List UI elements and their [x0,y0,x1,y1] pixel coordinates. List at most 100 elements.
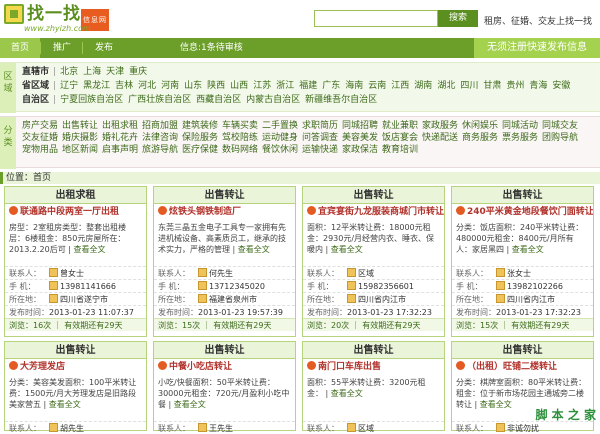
category-link[interactable]: 快递配送 [422,132,462,144]
category-link[interactable]: 同城活动 [502,120,542,132]
card-footer: 浏览：15次 ｜ 有效期还有29天 [154,318,295,331]
region-link[interactable]: 青海 [529,81,547,91]
category-link[interactable]: 房产交易 [22,120,62,132]
category-link[interactable]: 就业兼职 [382,120,422,132]
category-link[interactable]: 宠物用品 [22,144,62,156]
read-more-link[interactable]: 查看全文 [512,245,544,254]
card-headline[interactable]: 炫铁头钢铁制造厂 [154,204,295,220]
category-link[interactable]: 车辆买卖 [222,120,262,132]
read-more-link[interactable]: 查看全文 [331,389,363,398]
region-link[interactable]: 福建 [299,81,317,91]
region-link[interactable]: 上海 [83,67,101,77]
region-link[interactable]: 贵州 [506,81,524,91]
read-more-link[interactable]: 查看全文 [49,400,81,409]
card-headline[interactable]: 大芳理发店 [5,359,146,375]
user-icon [496,268,505,277]
region-link[interactable]: 河北 [138,81,156,91]
category-link[interactable]: 美容美发 [342,132,382,144]
category-link[interactable]: 旅游导航 [142,144,182,156]
region-link[interactable]: 内蒙古自治区 [246,95,300,105]
category-link[interactable]: 团购导航 [542,132,582,144]
region-link[interactable]: 陕西 [207,81,225,91]
flag-icon [307,361,316,370]
category-link[interactable]: 商务服务 [462,132,502,144]
category-link[interactable]: 出租求租 [102,120,142,132]
region-link[interactable]: 江西 [391,81,409,91]
card-headline[interactable]: 中餐小吃店转让 [154,359,295,375]
listing-card: 出售转让大芳理发店分类：美容美发面积：100平米转让费：1500元/月大芳理发店… [4,341,147,431]
region-link[interactable]: 江苏 [253,81,271,91]
category-link[interactable]: 问答调查 [302,132,342,144]
region-link[interactable]: 广西壮族自治区 [128,95,191,105]
category-link[interactable]: 家政保洁 [342,144,382,156]
category-link[interactable]: 出售转让 [62,120,102,132]
category-link[interactable]: 餐饮休闲 [262,144,302,156]
category-link[interactable]: 饭店宴会 [382,132,422,144]
card-title: 出售转让 [5,342,146,359]
region-link[interactable]: 西藏自治区 [196,95,241,105]
region-link[interactable]: 湖南 [414,81,432,91]
search-input[interactable] [314,10,438,27]
region-link[interactable]: 宁夏回族自治区 [60,95,123,105]
category-link[interactable]: 婚礼花卉 [102,132,142,144]
category-link[interactable]: 教育培训 [382,144,422,156]
category-link[interactable]: 运输快递 [302,144,342,156]
category-link[interactable]: 医疗保健 [182,144,222,156]
region-link[interactable]: 天津 [106,67,124,77]
nav-item-promote[interactable]: 推广 [42,38,82,58]
card-headline[interactable]: 联通路中段两室一厅出租 [5,204,146,220]
card-title: 出售转让 [452,187,593,204]
read-more-link[interactable]: 查看全文 [480,400,512,409]
read-more-link[interactable]: 查看全文 [174,400,206,409]
category-link[interactable]: 交友征婚 [22,132,62,144]
region-link[interactable]: 安徽 [552,81,570,91]
region-link[interactable]: 甘肃 [483,81,501,91]
card-headline[interactable]: （出租）旺铺二楼转让 [452,359,593,375]
category-link[interactable]: 建筑装修 [182,120,222,132]
region-link[interactable]: 浙江 [276,81,294,91]
category-link[interactable]: 婚庆摄影 [62,132,102,144]
nav-item-publish[interactable]: 发布 [84,38,124,58]
read-more-link[interactable]: 查看全文 [238,245,270,254]
region-link[interactable]: 海南 [345,81,363,91]
category-link[interactable]: 地区新闻 [62,144,102,156]
card-description: 东莞三晶五金电子工具专一家拥有先进机械设备、高素质员工，继承的技术实力，严格的管… [154,220,295,266]
region-link[interactable]: 辽宁 [60,81,78,91]
category-link[interactable]: 运动健身 [262,132,302,144]
category-link[interactable]: 保险服务 [182,132,222,144]
category-link[interactable]: 同城交友 [542,120,582,132]
category-link[interactable]: 休闲娱乐 [462,120,502,132]
card-headline[interactable]: 240平米黄金地段餐饮门面转让 [452,204,593,220]
region-link[interactable]: 北京 [60,67,78,77]
card-headline[interactable]: 宜宾宴街九龙服装商城门市转让 [303,204,444,220]
card-headline[interactable]: 南门口车库出售 [303,359,444,375]
search-button[interactable]: 搜索 [438,10,478,27]
region-link[interactable]: 黑龙江 [83,81,110,91]
read-more-link[interactable]: 查看全文 [331,245,363,254]
region-link[interactable]: 广东 [322,81,340,91]
region-link[interactable]: 山东 [184,81,202,91]
location-icon [49,294,58,303]
category-link[interactable]: 法律咨询 [142,132,182,144]
category-link[interactable]: 同城招聘 [342,120,382,132]
region-link[interactable]: 四川 [460,81,478,91]
region-link[interactable]: 重庆 [129,67,147,77]
category-link[interactable]: 票务服务 [502,132,542,144]
publish-cta-button[interactable]: 无须注册快速发布信息 [474,38,600,58]
region-link[interactable]: 云南 [368,81,386,91]
category-link[interactable]: 驾校陪练 [222,132,262,144]
region-link[interactable]: 湖北 [437,81,455,91]
nav-item-home[interactable]: 首页 [0,38,40,58]
category-link[interactable]: 招商加盟 [142,120,182,132]
category-link[interactable]: 数码网络 [222,144,262,156]
region-link[interactable]: 河南 [161,81,179,91]
category-link[interactable]: 二手置换 [262,120,302,132]
nav-divider [40,42,41,54]
region-link[interactable]: 山西 [230,81,248,91]
read-more-link[interactable]: 查看全文 [74,245,106,254]
region-link[interactable]: 吉林 [115,81,133,91]
category-link[interactable]: 家政服务 [422,120,462,132]
category-link[interactable]: 启事声明 [102,144,142,156]
category-link[interactable]: 求职简历 [302,120,342,132]
region-link[interactable]: 新疆维吾尔自治区 [305,95,377,105]
